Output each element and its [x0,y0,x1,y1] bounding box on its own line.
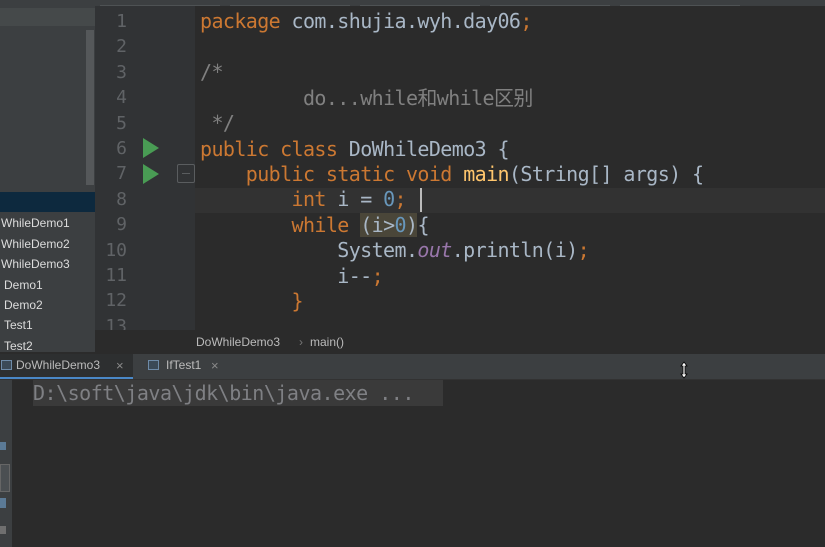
code-line-4: do...while和while区别 [200,86,533,111]
run-icon[interactable] [143,164,159,184]
project-panel: WhileDemo1 WhileDemo2 WhileDemo3 Demo1 D… [0,0,95,352]
keyword: while [291,213,350,237]
run-toolbar [0,380,12,547]
toolbar-button[interactable] [0,498,6,508]
code-line-6: public class DoWhileDemo3 { [200,137,510,162]
line-number: 5 [116,113,127,134]
keyword: int [291,187,327,211]
project-item-test2[interactable]: Test2 [4,339,33,352]
condition-var: i> [371,213,395,237]
code-line-8: int i = 0; [200,187,407,212]
line-number: 2 [116,36,127,57]
comment-close: */ [211,111,235,135]
line-number: 3 [116,62,127,83]
code-line-11: i--; [200,264,383,289]
brace: { [417,213,429,237]
run-tab-iftest1[interactable]: IfTest1 [166,358,201,372]
run-tab-dowhiledemo3[interactable]: DoWhileDemo3 [16,358,100,372]
code-line-3: /* [200,60,223,85]
class-icon [148,360,159,370]
line-number: 10 [105,240,127,261]
number: 0 [383,187,395,211]
keyword: public [245,162,315,186]
code-line-9: while (i>0){ [200,213,430,238]
keyword: void [405,162,452,186]
breadcrumb-method[interactable]: main() [310,335,344,349]
close-icon[interactable]: × [116,358,124,373]
semicolon: ; [577,238,590,262]
code-line-7: public static void main(String[] args) { [200,162,704,187]
breadcrumb-separator: › [299,335,303,349]
code-line-1: package com.shujia.wyh.day06; [200,9,532,34]
project-scrollbar[interactable] [86,30,94,185]
brace: { [692,162,704,186]
fold-icon[interactable] [177,164,195,183]
semicolon: ; [520,9,532,33]
run-icon[interactable] [143,138,159,158]
project-item-test1[interactable]: Test1 [4,318,33,332]
line-number: 12 [105,290,127,311]
semicolon: ; [394,187,407,211]
paren-highlight: ) [406,213,418,237]
out-field: out [417,238,452,262]
toolbar-button[interactable] [0,526,6,534]
keyword: package [200,9,281,33]
number: 0 [394,213,407,237]
line-number: 6 [116,138,127,159]
line-number: 7 [116,163,127,184]
code-editor[interactable]: package com.shujia.wyh.day06; /* do...wh… [200,6,825,330]
line-number: 4 [116,87,127,108]
brace: { [497,137,510,161]
project-item-highlight [0,8,95,26]
class-icon [1,360,12,370]
semicolon: ; [371,264,384,288]
comment-open: /* [200,60,223,84]
breadcrumb-class[interactable]: DoWhileDemo3 [196,335,280,349]
keyword: public [200,137,269,161]
package-name: com.shujia.wyh.day06 [291,9,521,33]
system-class: System. [337,238,418,262]
text-caret [420,188,422,212]
brace: } [291,289,304,313]
line-number: 1 [116,11,127,32]
println-call: .println(i) [451,238,578,262]
project-item-whiledemo3[interactable]: WhileDemo3 [1,257,70,271]
toolbar-button[interactable] [0,442,6,450]
line-number: 13 [105,316,127,330]
project-item-demo1[interactable]: Demo1 [4,278,43,292]
paren-highlight: ( [360,213,372,237]
resize-cursor-icon [680,361,688,379]
project-item-whiledemo1[interactable]: WhileDemo1 [1,216,70,230]
method-params: (String[] args) [508,162,681,186]
close-icon[interactable]: × [211,358,219,373]
toolbar-button[interactable] [0,464,10,492]
keyword: class [280,137,338,161]
console-output[interactable]: D:\soft\java\jdk\bin\java.exe ... [33,381,414,405]
line-number: 8 [116,189,127,210]
keyword: static [325,162,395,186]
line-number: 11 [105,265,127,286]
project-item-whiledemo2[interactable]: WhileDemo2 [1,237,70,251]
decrement: i-- [337,264,372,288]
project-item-demo2[interactable]: Demo2 [4,298,43,312]
code-line-12: } [200,289,304,314]
code-line-10: System.out.println(i); [200,238,589,263]
comment-body: do...while和while区别 [302,86,533,110]
class-name: DoWhileDemo3 [348,137,487,161]
method-name: main [463,162,509,186]
project-selected-row[interactable] [0,192,95,212]
assignment: i = [337,187,384,211]
line-number: 9 [116,214,127,235]
code-line-5: */ [200,111,234,136]
